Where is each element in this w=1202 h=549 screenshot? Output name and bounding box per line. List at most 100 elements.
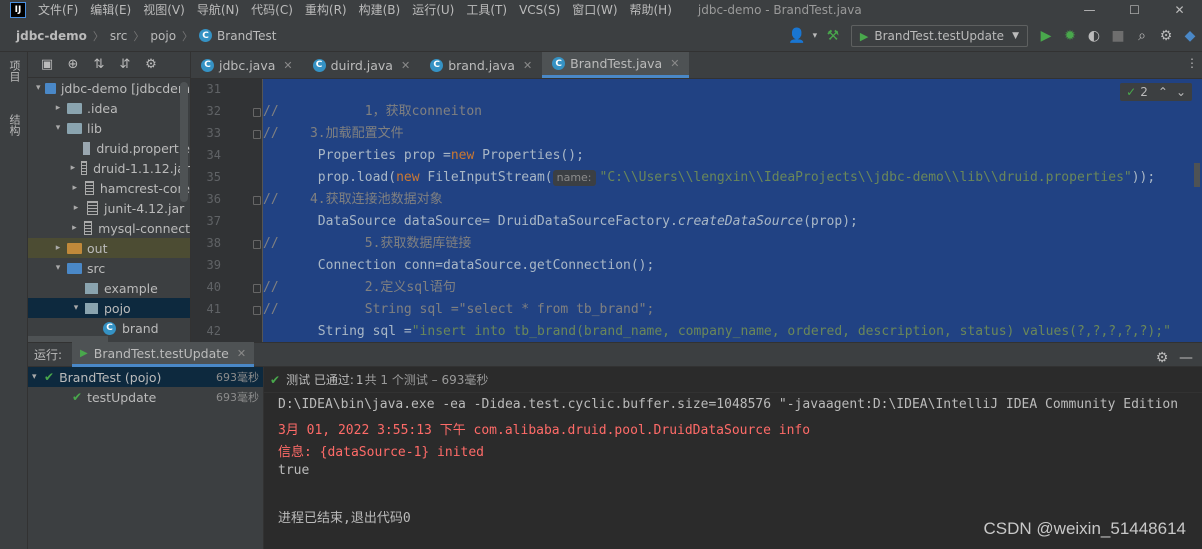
menu-vcs[interactable]: VCS(S) xyxy=(513,0,566,20)
locate-icon[interactable]: ⊕ xyxy=(60,53,86,77)
tab-label: jdbc.java xyxy=(219,57,276,73)
chevron-down-icon[interactable]: ▾ xyxy=(32,372,44,382)
scrollbar[interactable] xyxy=(180,82,188,202)
package-icon xyxy=(85,282,98,294)
project-view-icon[interactable]: ▣ xyxy=(34,53,60,77)
chevron-right-icon[interactable]: ▸ xyxy=(70,203,82,213)
jar-icon xyxy=(84,181,94,195)
maximize-button[interactable]: ☐ xyxy=(1112,0,1157,20)
tree-item[interactable]: ▾ src xyxy=(28,258,190,278)
tree-item[interactable]: ▸ .idea xyxy=(28,98,190,118)
tab-brandtest-java[interactable]: C BrandTest.java ✕ xyxy=(542,52,690,78)
menu-navigate[interactable]: 导航(N) xyxy=(191,0,245,20)
menu-code[interactable]: 代码(C) xyxy=(245,0,299,20)
folder-icon xyxy=(67,122,82,134)
project-tool-tab[interactable]: 项目 xyxy=(6,60,22,82)
menu-window[interactable]: 窗口(W) xyxy=(566,0,623,20)
debug-icon[interactable]: ✹ xyxy=(1058,24,1082,48)
expand-all-icon[interactable]: ⇅ xyxy=(86,53,112,77)
fold-marker-icon[interactable] xyxy=(253,284,261,293)
menu-run[interactable]: 运行(U) xyxy=(406,0,460,20)
run-config-selector[interactable]: ▶ BrandTest.testUpdate ▼ xyxy=(850,25,1028,47)
tree-item[interactable]: ▸ junit-4.12.jar xyxy=(28,198,190,218)
close-icon[interactable]: ✕ xyxy=(523,59,532,72)
checkmark-icon: ✓ xyxy=(1126,85,1137,99)
build-hammer-icon[interactable]: ⚒ xyxy=(821,24,845,48)
code-token: createDataSource xyxy=(677,214,804,229)
tab-brand-java[interactable]: C brand.java ✕ xyxy=(420,52,542,78)
chevron-right-icon[interactable]: ▸ xyxy=(52,243,64,253)
breadcrumb-brandtest[interactable]: C BrandTest xyxy=(199,29,276,43)
intellij-logo-icon[interactable]: IJ xyxy=(10,2,26,18)
chevron-down-icon: ▼ xyxy=(1012,31,1019,41)
user-icon[interactable]: 👤 xyxy=(785,24,809,48)
chevron-down-icon[interactable]: ⌄ xyxy=(1176,85,1186,99)
tab-overflow-icon[interactable]: ⋮ xyxy=(1186,56,1198,70)
tree-item-label: hamcrest-core xyxy=(99,180,190,196)
breadcrumb-project[interactable]: jdbc-demo xyxy=(16,29,87,43)
tree-item[interactable]: ▾ pojo xyxy=(28,298,190,318)
tab-jdbc-java[interactable]: C jdbc.java ✕ xyxy=(191,52,303,78)
run-icon[interactable]: ▶ xyxy=(1034,24,1058,48)
chevron-right-icon[interactable]: ▸ xyxy=(70,223,79,233)
search-icon[interactable]: ⌕ xyxy=(1130,24,1154,48)
chevron-right-icon[interactable]: ▸ xyxy=(70,183,80,193)
tree-item[interactable]: ▸ mysql-connect xyxy=(28,218,190,238)
menu-view[interactable]: 视图(V) xyxy=(137,0,191,20)
menu-file[interactable]: 文件(F) xyxy=(32,0,84,20)
menu-refactor[interactable]: 重构(R) xyxy=(299,0,353,20)
tab-duird-java[interactable]: C duird.java ✕ xyxy=(303,52,421,78)
console-output[interactable]: ✔ 测试 已通过: 1 共 1 个测试 – 693毫秒 D:\IDEA\bin\… xyxy=(264,367,1202,549)
close-icon[interactable]: ✕ xyxy=(401,59,410,72)
gear-icon[interactable]: ⚙ xyxy=(138,53,164,77)
fold-marker-icon[interactable] xyxy=(253,240,261,249)
run-tab[interactable]: ▶ BrandTest.testUpdate ✕ xyxy=(72,342,255,367)
menu-build[interactable]: 构建(B) xyxy=(353,0,407,20)
structure-tool-tab[interactable]: 结构 xyxy=(6,114,22,136)
menu-edit[interactable]: 编辑(E) xyxy=(84,0,137,20)
stop-icon[interactable]: ■ xyxy=(1106,24,1130,48)
toolbar-right: 👤 ▾ ⚒ ▶ BrandTest.testUpdate ▼ ▶ ✹ ◐ ■ ⌕… xyxy=(785,20,1202,52)
test-suite-row[interactable]: ▾ ✔ BrandTest (pojo) 693毫秒 xyxy=(28,367,263,387)
jar-icon xyxy=(80,161,88,175)
collapse-all-icon[interactable]: ⇵ xyxy=(112,53,138,77)
line-number: 34 xyxy=(206,148,221,162)
close-window-button[interactable]: ✕ xyxy=(1157,0,1202,20)
chevron-down-icon[interactable]: ▾ xyxy=(52,263,64,273)
chevron-right-icon[interactable]: ▸ xyxy=(52,103,64,113)
menu-help[interactable]: 帮助(H) xyxy=(624,0,678,20)
tree-item[interactable]: example xyxy=(28,278,190,298)
inspection-widget[interactable]: ✓ 2 ⌃ ⌄ xyxy=(1120,83,1192,101)
chevron-down-icon[interactable]: ▾ xyxy=(70,303,82,313)
code-editor[interactable]: ✓ 2 ⌃ ⌄ // 1，获取conneiton // 3.加载配置文件 Prop… xyxy=(263,79,1202,342)
chevron-down-icon[interactable]: ▾ xyxy=(52,123,64,133)
tree-item[interactable]: Cbrand xyxy=(28,318,190,338)
close-icon[interactable]: ✕ xyxy=(283,59,292,72)
chevron-up-icon[interactable]: ⌃ xyxy=(1158,85,1168,99)
breadcrumb-pojo[interactable]: pojo xyxy=(150,29,176,43)
scrollbar[interactable] xyxy=(1194,163,1200,187)
test-case-row[interactable]: ✔ testUpdate 693毫秒 xyxy=(28,387,263,407)
tree-item[interactable]: ▾ jdbc-demo [jdbcdem xyxy=(28,78,190,98)
chevron-down-icon[interactable]: ▾ xyxy=(34,83,42,93)
chevron-right-icon[interactable]: ▸ xyxy=(70,163,76,173)
fold-marker-icon[interactable] xyxy=(253,306,261,315)
breadcrumb-src[interactable]: src xyxy=(110,29,128,43)
chevron-down-icon[interactable]: ▾ xyxy=(809,24,821,48)
tree-item[interactable]: ▾ lib xyxy=(28,118,190,138)
tree-item[interactable]: druid.propertie xyxy=(28,138,190,158)
tree-item[interactable]: ▸ druid-1.1.12.jar xyxy=(28,158,190,178)
fold-marker-icon[interactable] xyxy=(253,130,261,139)
fold-marker-icon[interactable] xyxy=(253,196,261,205)
tree-item[interactable]: ▸ hamcrest-core xyxy=(28,178,190,198)
fold-marker-icon[interactable] xyxy=(253,108,261,117)
minimize-button[interactable]: — xyxy=(1067,0,1112,20)
gear-icon[interactable]: ⚙ xyxy=(1154,24,1178,48)
close-icon[interactable]: ✕ xyxy=(670,57,679,70)
close-icon[interactable]: ✕ xyxy=(237,347,246,360)
tree-item[interactable]: ▸ out xyxy=(28,238,190,258)
tab-label: brand.java xyxy=(448,57,515,73)
ide-update-icon[interactable]: ◆ xyxy=(1178,24,1202,48)
menu-tools[interactable]: 工具(T) xyxy=(460,0,513,20)
coverage-icon[interactable]: ◐ xyxy=(1082,24,1106,48)
